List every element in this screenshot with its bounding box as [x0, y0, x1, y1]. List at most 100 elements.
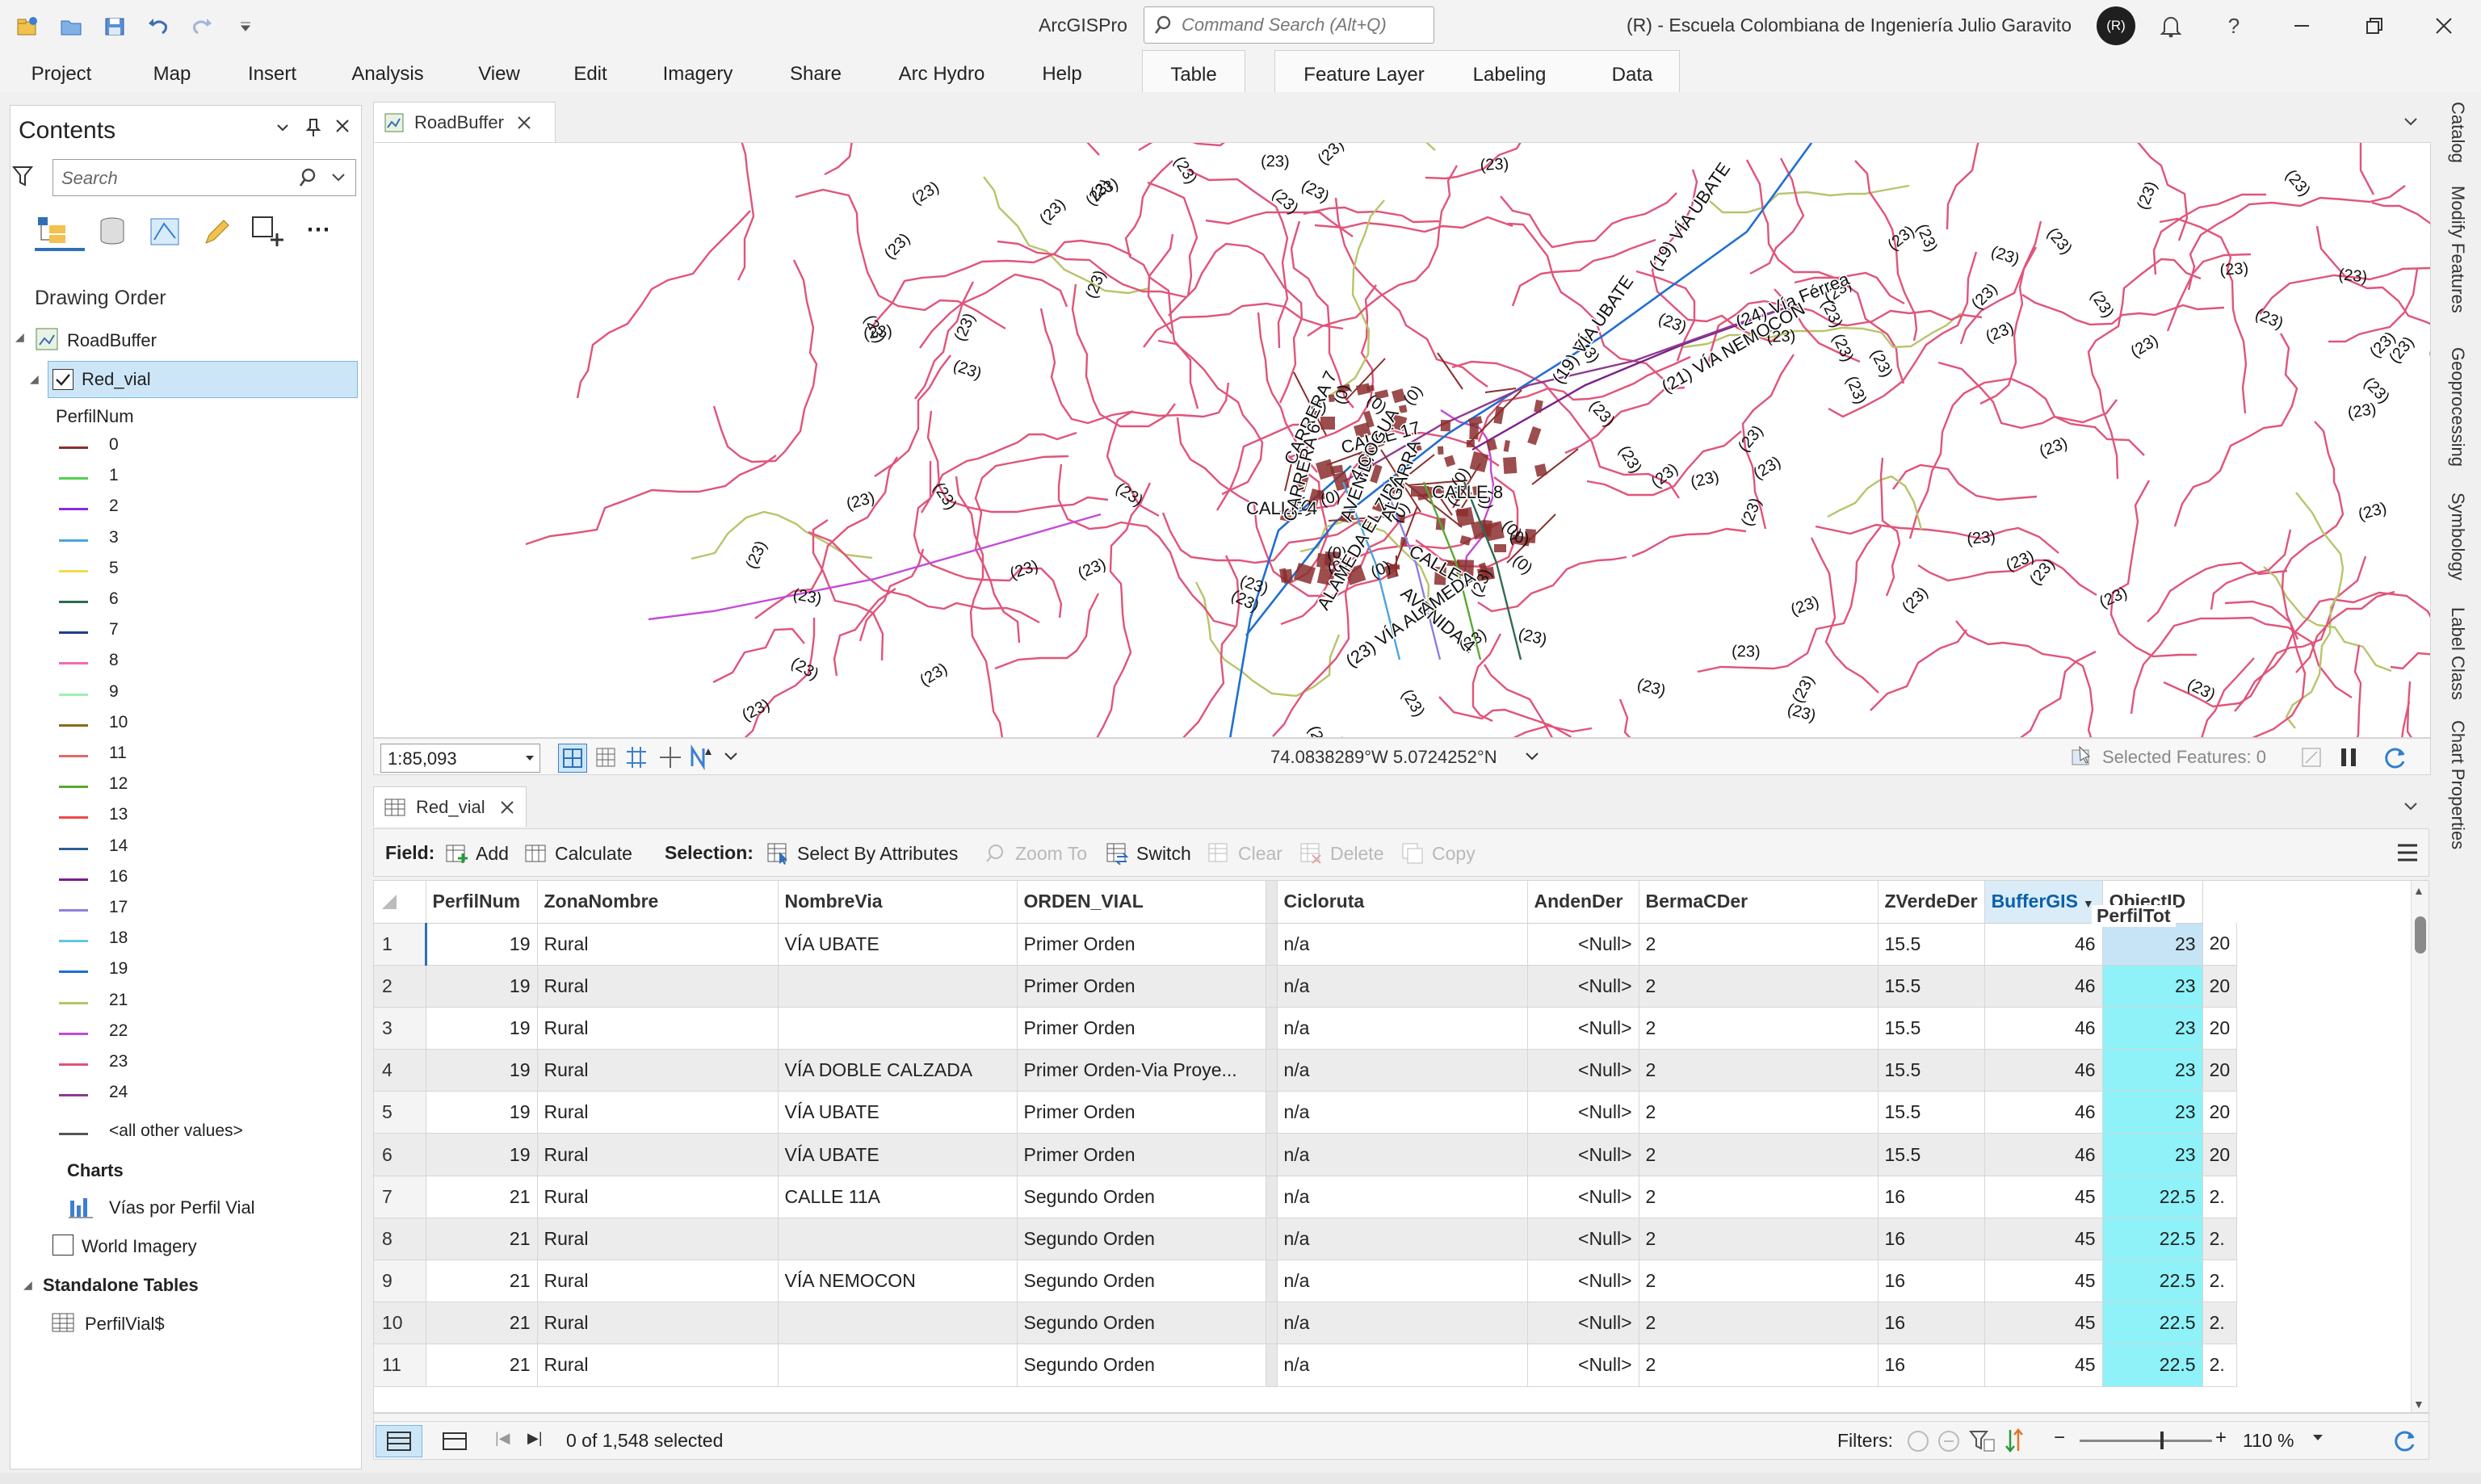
notifications-bell-icon[interactable] — [2151, 8, 2190, 44]
tab-table[interactable]: Table — [1143, 61, 1245, 90]
save-icon[interactable] — [97, 11, 132, 42]
constraints-icon[interactable] — [657, 744, 684, 771]
list-by-selection-icon[interactable] — [148, 216, 182, 248]
cell-row-number[interactable]: 11 — [374, 1344, 426, 1387]
tab-labeling[interactable]: Labeling — [1469, 61, 1550, 90]
cell-bermacder[interactable]: 2 — [1639, 965, 1879, 1008]
cell-zverdeder[interactable]: 16 — [1878, 1344, 1985, 1387]
cell-cicloruta[interactable]: n/a — [1277, 923, 1528, 966]
tab-label-class[interactable]: Label Class — [2447, 607, 2468, 700]
cell-perfilnum[interactable]: 19 — [426, 1049, 538, 1092]
expand-triangle-icon[interactable]: ◢ — [23, 1278, 32, 1292]
menu-map[interactable]: Map — [144, 60, 200, 89]
table-row[interactable]: 11 21 Rural Segundo Orden n/a <Null> 2 16 45 22.5… — [374, 1344, 2238, 1387]
cell-cicloruta[interactable]: n/a — [1277, 1091, 1528, 1134]
cell-orden-vial[interactable]: Primer Orden — [1017, 923, 1266, 966]
restore-icon[interactable] — [2355, 8, 2394, 44]
table-row[interactable]: 6 19 Rural VÍA UBATE Primer Orden n/a <Null> 2 1… — [374, 1133, 2238, 1176]
cell-perfilnum[interactable]: 19 — [426, 1091, 538, 1134]
clear-selection-button[interactable]: Clear — [1207, 842, 1282, 865]
cell-perfiltot[interactable]: 45 — [1984, 1218, 2103, 1261]
cell-cicloruta[interactable]: n/a — [1277, 1344, 1528, 1387]
cell-orden-vial[interactable]: Primer Orden — [1017, 965, 1266, 1008]
close-tab-icon[interactable] — [517, 115, 531, 130]
cell-perfilnum[interactable]: 19 — [426, 965, 538, 1008]
map-name[interactable]: RoadBuffer — [67, 330, 157, 351]
cell-zverdeder[interactable]: 15.5 — [1878, 965, 1985, 1008]
filter-definition-query-icon[interactable] — [1968, 1427, 1996, 1454]
zoom-in-icon[interactable]: + — [2215, 1427, 2227, 1449]
cell-perfiltot[interactable]: 46 — [1984, 1091, 2103, 1134]
close-tab-icon[interactable] — [500, 800, 514, 815]
menu-help[interactable]: Help — [1037, 60, 1087, 89]
cell-bermacder[interactable]: 2 — [1639, 923, 1879, 966]
cell-row-number[interactable]: 8 — [374, 1218, 426, 1261]
cell-zonanombre[interactable]: Rural — [537, 1007, 779, 1050]
table-row[interactable]: 7 21 Rural CALLE 11A Segundo Orden n/a <Null> 2… — [374, 1176, 2238, 1218]
cell-zonanombre[interactable]: Rural — [537, 1133, 779, 1176]
filter-by-extent-icon[interactable] — [1905, 1428, 1931, 1454]
cell-andender[interactable]: <Null> — [1527, 923, 1639, 966]
cell-cicloruta[interactable]: n/a — [1277, 1176, 1528, 1218]
cell-andender[interactable]: <Null> — [1527, 1260, 1639, 1303]
table-row[interactable]: 2 19 Rural Primer Orden n/a <Null> 2 15.5 46 23 20 — [374, 965, 2238, 1008]
cell-buffergis[interactable]: 22.5 — [2102, 1344, 2203, 1387]
layer-name[interactable]: Red_vial — [82, 369, 151, 390]
column-header-orden-vial[interactable]: ORDEN_VIAL — [1017, 881, 1266, 924]
cell-objectid[interactable]: 20 — [2202, 923, 2238, 966]
cell-orden-vial[interactable]: Segundo Orden — [1017, 1218, 1266, 1261]
last-record-icon[interactable]: ▶| — [527, 1430, 543, 1447]
expand-triangle-icon[interactable]: ◢ — [15, 330, 24, 344]
command-search-input[interactable]: Command Search (Alt+Q) — [1144, 6, 1434, 44]
cell-row-number[interactable]: 5 — [374, 1091, 426, 1134]
select-by-attributes-button[interactable]: Select By Attributes — [766, 842, 958, 865]
column-header-andender[interactable]: AndenDer — [1527, 881, 1639, 924]
add-field-button[interactable]: Add — [445, 842, 509, 865]
cell-zverdeder[interactable]: 15.5 — [1878, 1049, 1985, 1092]
menu-view[interactable]: View — [473, 60, 525, 89]
first-record-icon[interactable]: |◀ — [495, 1430, 510, 1447]
minimize-icon[interactable] — [2282, 8, 2321, 44]
cell-nombrevia[interactable]: CALLE 11A — [778, 1176, 1018, 1218]
cell-andender[interactable]: <Null> — [1527, 1133, 1639, 1176]
cell-perfilnum[interactable]: 21 — [426, 1260, 538, 1303]
cell-andender[interactable]: <Null> — [1527, 1302, 1639, 1345]
close-window-icon[interactable] — [2424, 8, 2463, 44]
cell-andender[interactable]: <Null> — [1527, 1176, 1639, 1218]
tab-symbology[interactable]: Symbology — [2447, 493, 2468, 581]
cell-cicloruta[interactable]: n/a — [1277, 1049, 1528, 1092]
cell-nombrevia[interactable] — [778, 1007, 1018, 1050]
cell-zonanombre[interactable]: Rural — [537, 1344, 779, 1387]
open-project-icon[interactable] — [53, 11, 89, 42]
cell-nombrevia[interactable]: VÍA NEMOCON — [778, 1260, 1018, 1303]
cell-perfilnum[interactable]: 21 — [426, 1344, 538, 1387]
cell-perfilnum[interactable]: 19 — [426, 1007, 538, 1050]
cell-zonanombre[interactable]: Rural — [537, 1218, 779, 1261]
scroll-down-icon[interactable]: ▼ — [2413, 1398, 2424, 1411]
column-header-zonanombre[interactable]: ZonaNombre — [537, 881, 779, 924]
cell-zonanombre[interactable]: Rural — [537, 923, 779, 966]
column-header-cicloruta[interactable]: Cicloruta — [1277, 881, 1528, 924]
tab-modify-features[interactable]: Modify Features — [2447, 186, 2468, 313]
cell-perfiltot[interactable]: 46 — [1984, 1133, 2103, 1176]
table-row[interactable]: 5 19 Rural VÍA UBATE Primer Orden n/a <Null> 2 1… — [374, 1091, 2238, 1134]
cell-objectid[interactable]: 20 — [2202, 1049, 2238, 1092]
cell-nombrevia[interactable] — [778, 1302, 1018, 1345]
cell-perfiltot[interactable]: 45 — [1984, 1260, 2103, 1303]
cell-zonanombre[interactable]: Rural — [537, 1260, 779, 1303]
cell-perfiltot[interactable]: 45 — [1984, 1302, 2103, 1345]
zoom-slider-track[interactable] — [2080, 1440, 2212, 1442]
cell-row-number[interactable]: 10 — [374, 1302, 426, 1345]
column-header-zverdeder[interactable]: ZVerdeDer — [1878, 881, 1985, 924]
tab-list-chevron-icon[interactable] — [2402, 798, 2420, 815]
cell-andender[interactable]: <Null> — [1527, 1049, 1639, 1092]
avatar[interactable]: (R) — [2097, 6, 2135, 45]
delete-selection-button[interactable]: Delete — [1299, 842, 1383, 865]
show-all-records-icon[interactable] — [376, 1425, 422, 1457]
zoom-level[interactable]: 110 % — [2243, 1430, 2294, 1452]
menu-project[interactable]: Project — [24, 60, 99, 89]
chart-item[interactable]: Vías por Perfil Vial — [109, 1197, 255, 1218]
table-row[interactable]: 4 19 Rural VÍA DOBLE CALZADA Primer Orden-Vi… — [374, 1049, 2238, 1092]
contents-search-input[interactable]: Search — [52, 159, 356, 196]
vertical-scroll-thumb[interactable] — [2415, 916, 2426, 954]
